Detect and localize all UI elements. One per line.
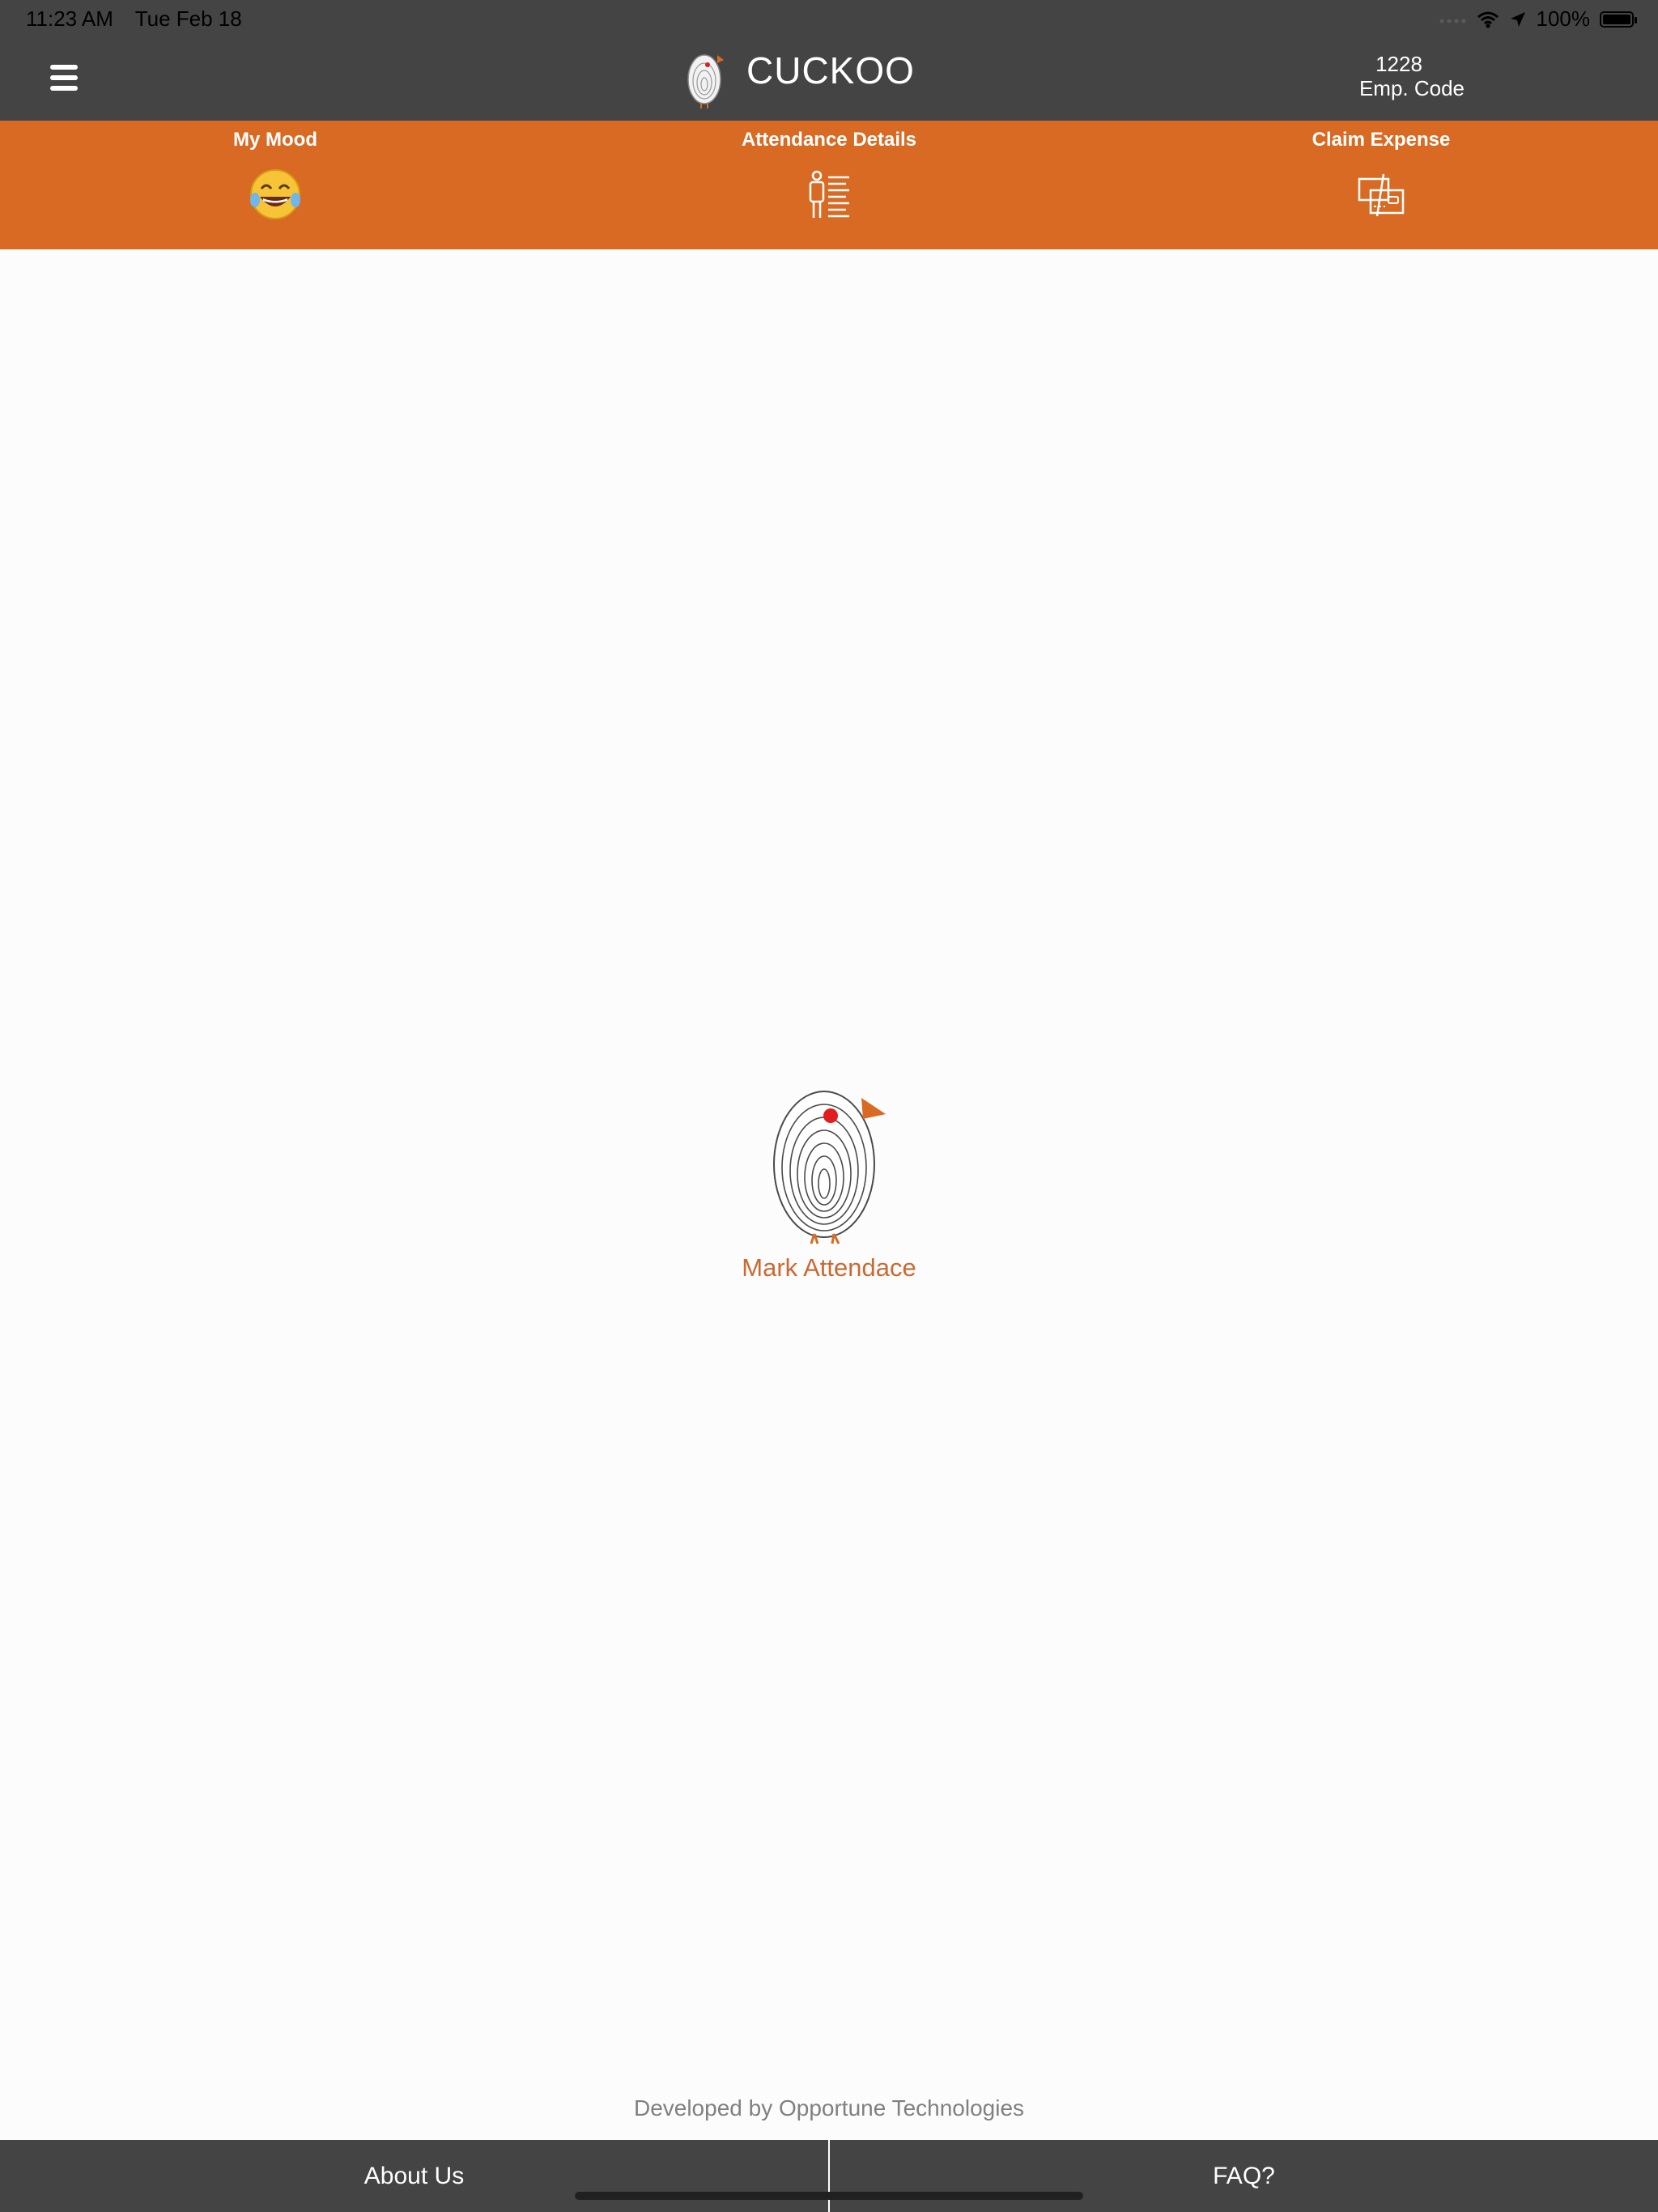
bottom-bar: About Us FAQ? bbox=[0, 2140, 1658, 2212]
battery-percent: 100% bbox=[1536, 6, 1591, 31]
attendance-list-icon bbox=[809, 170, 849, 218]
employee-code-block: 1228 Emp. Code bbox=[1342, 52, 1465, 100]
nav-bar: CUCKOO 1228 Emp. Code bbox=[0, 39, 1658, 121]
cuckoo-logo-icon bbox=[687, 54, 724, 108]
claim-expense-icon bbox=[1358, 173, 1405, 217]
attendance-details-label: Attendance Details bbox=[741, 129, 917, 151]
claim-expense-label: Claim Expense bbox=[1312, 129, 1451, 151]
my-mood-label: My Mood bbox=[233, 129, 317, 151]
location-icon bbox=[1510, 11, 1525, 27]
status-time-date: 11:23 AM Tue Feb 18 bbox=[26, 6, 258, 32]
mark-attendance-button[interactable]: Mark Attendace bbox=[708, 1083, 950, 1283]
status-time: 11:23 AM bbox=[26, 6, 113, 31]
wifi-icon bbox=[1477, 11, 1499, 28]
main-content: Mark Attendace bbox=[0, 249, 1658, 2141]
faq-button[interactable]: FAQ? bbox=[830, 2140, 1658, 2212]
app-title: CUCKOO bbox=[746, 49, 915, 91]
claim-expense-button[interactable]: Claim Expense bbox=[1219, 129, 1543, 223]
signal-icon bbox=[1439, 19, 1465, 23]
status-bar: 11:23 AM Tue Feb 18 100% bbox=[0, 0, 1658, 39]
employee-code: 1228 bbox=[1375, 52, 1422, 76]
employee-code-label: Emp. Code bbox=[1358, 76, 1465, 100]
mark-attendance-label: Mark Attendace bbox=[742, 1253, 916, 1282]
status-date: Tue Feb 18 bbox=[134, 6, 242, 31]
developer-credit: Developed by Opportune Technologies bbox=[633, 2095, 1025, 2121]
laughing-emoji-icon bbox=[250, 169, 300, 219]
status-indicators: 100% bbox=[1439, 6, 1637, 32]
about-us-button[interactable]: About Us bbox=[0, 2140, 828, 2212]
home-indicator[interactable] bbox=[575, 2192, 1083, 2200]
my-mood-button[interactable]: My Mood bbox=[113, 129, 437, 223]
hamburger-menu-icon[interactable] bbox=[50, 65, 78, 92]
fingerprint-bird-icon bbox=[773, 1091, 886, 1244]
action-bar: My Mood Attendance Details Claim Expense bbox=[0, 121, 1658, 249]
attendance-details-button[interactable]: Attendance Details bbox=[667, 129, 991, 223]
battery-icon bbox=[1600, 11, 1637, 28]
